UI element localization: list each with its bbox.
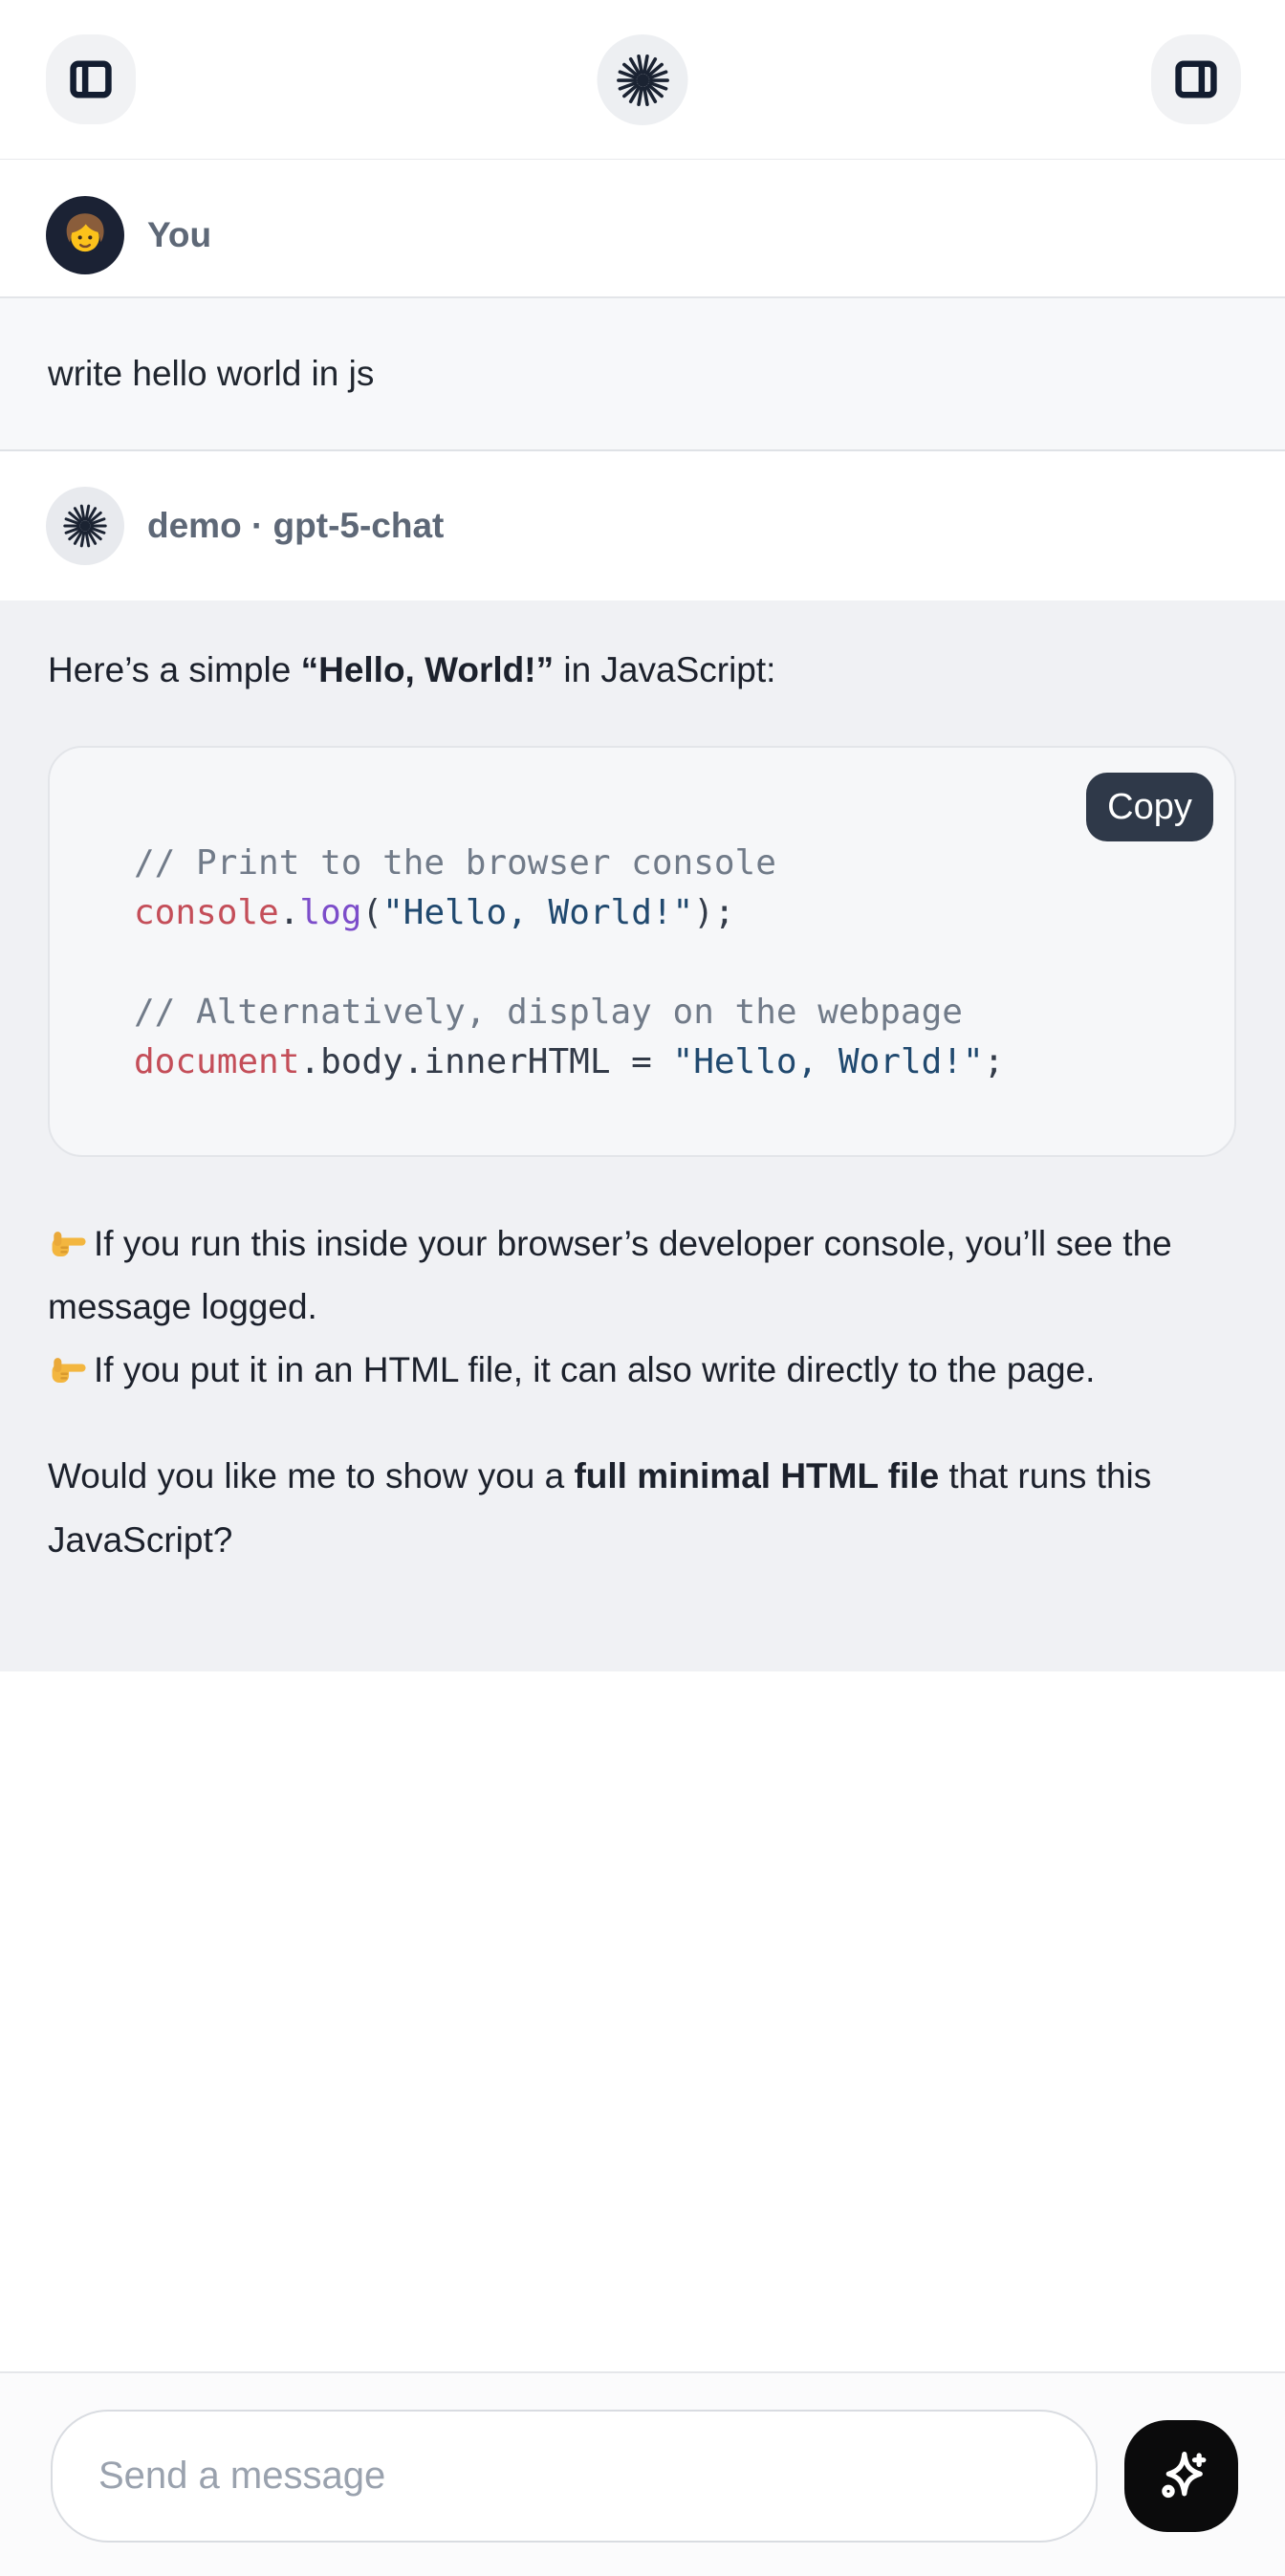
panel-right-icon [1171,55,1221,104]
intro-paragraph: Here’s a simple “Hello, World!” in JavaS… [48,644,1237,696]
sidebar-toggle-button[interactable] [46,34,136,124]
assistant-avatar [46,487,124,565]
user-sender-name: You [147,215,211,255]
note-line: If you run this inside your browser’s de… [48,1212,1237,1339]
right-panel-toggle-button[interactable] [1151,34,1241,124]
pointing-right-icon [48,1222,88,1262]
notes-paragraph: If you run this inside your browser’s de… [48,1212,1237,1402]
app-logo-badge[interactable] [598,34,688,125]
followup-paragraph: Would you like me to show you a full min… [48,1444,1237,1572]
starburst-icon [62,503,108,549]
code-block: Copy // Print to the browser consolecons… [48,746,1236,1157]
note-line: If you put it in an HTML file, it can al… [48,1339,1237,1402]
code-content: // Print to the browser consoleconsole.l… [134,839,1196,1087]
starburst-icon [615,53,670,108]
copy-button[interactable]: Copy [1086,773,1213,841]
message-input[interactable] [51,2410,1098,2543]
assistant-message: Here’s a simple “Hello, World!” in JavaS… [0,600,1285,1671]
send-button[interactable] [1124,2420,1238,2532]
top-bar [0,0,1285,160]
panel-left-icon [66,55,116,104]
composer [0,2371,1285,2576]
pointing-right-icon [48,1348,88,1388]
assistant-sender-row: demo · gpt-5-chat [0,451,1285,600]
user-sender-row: You [0,160,1285,296]
assistant-sender-name: demo · gpt-5-chat [147,506,444,546]
user-message-text: write hello world in js [48,354,374,394]
person-emoji-icon [57,207,113,263]
user-avatar [46,196,124,274]
user-message-bubble: write hello world in js [0,296,1285,451]
sparkle-icon [1150,2445,1213,2508]
